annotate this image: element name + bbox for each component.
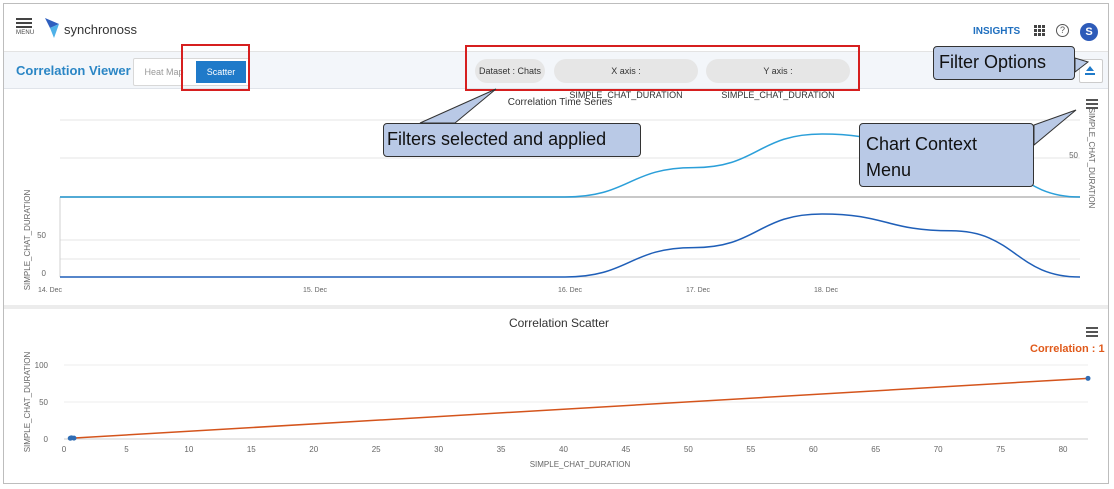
x-tick-label: 0	[62, 445, 67, 454]
trend-line	[70, 377, 1089, 440]
scatter-chart: Correlation Scatter 0 50 100 0 5 10 15 20 25 30 3…	[23, 316, 1091, 469]
y-tick-label: 50	[39, 398, 48, 407]
series-line-bottom	[60, 213, 1081, 278]
x-tick-label: 50	[684, 445, 693, 454]
x-tick-label: 5	[124, 445, 129, 454]
x-tick-label: 35	[497, 445, 506, 454]
x-tick-label: 55	[746, 445, 755, 454]
y2-axis-label: SIMPLE_CHAT_DURATION	[1087, 108, 1096, 209]
x-tick-label: 15. Dec	[303, 287, 328, 294]
callout-filters-applied: Filters selected and applied	[383, 123, 641, 157]
x-tick-label: 65	[871, 445, 880, 454]
x-tick-labels: 14. Dec 15. Dec 16. Dec 17. Dec 18. Dec	[38, 287, 839, 294]
y-tick-label: 0	[44, 435, 49, 444]
x-tick-label: 75	[996, 445, 1005, 454]
y-tick-label: 0	[42, 269, 47, 278]
y-tick-labels: 0 50 100	[35, 361, 49, 444]
x-tick-label: 60	[809, 445, 818, 454]
x-tick-label: 20	[309, 445, 318, 454]
x-tick-label: 25	[372, 445, 381, 454]
x-tick-label: 70	[934, 445, 943, 454]
time-series-title: Correlation Time Series	[508, 97, 612, 108]
scatter-point[interactable]	[71, 435, 77, 441]
x-tick-label: 45	[621, 445, 630, 454]
callout-filter-options: Filter Options	[933, 46, 1075, 80]
y-tick-label: 100	[35, 361, 49, 370]
scatter-grid	[64, 364, 1088, 440]
x-tick-labels: 0 5 10 15 20 25 30 35 40 45 50 55 60 65 70 75 80	[62, 445, 1068, 454]
x-tick-label: 17. Dec	[686, 287, 711, 294]
chart-context-menu-icon[interactable]	[1086, 99, 1098, 109]
chart-divider	[4, 305, 1108, 309]
scatter-context-menu-icon[interactable]	[1086, 327, 1098, 337]
x-tick-label: 18. Dec	[814, 287, 839, 294]
x-tick-label: 10	[184, 445, 193, 454]
correlation-value: Correlation : 1	[1030, 343, 1105, 355]
y-axis-label: SIMPLE_CHAT_DURATION	[23, 351, 32, 452]
x-tick-label: 16. Dec	[558, 287, 583, 294]
scatter-title: Correlation Scatter	[509, 316, 609, 330]
callout-context-menu: Chart Context Menu	[859, 123, 1034, 187]
y2-tick-label: 50	[1069, 151, 1078, 160]
y-axis-label: SIMPLE_CHAT_DURATION	[23, 189, 32, 290]
x-axis-label: SIMPLE_CHAT_DURATION	[530, 460, 631, 469]
x-tick-label: 30	[434, 445, 443, 454]
x-tick-label: 14. Dec	[38, 287, 63, 294]
y-tick-label: 50	[37, 231, 46, 240]
scatter-point[interactable]	[1085, 375, 1091, 381]
x-tick-label: 15	[247, 445, 256, 454]
x-tick-label: 40	[559, 445, 568, 454]
x-tick-label: 80	[1059, 445, 1068, 454]
